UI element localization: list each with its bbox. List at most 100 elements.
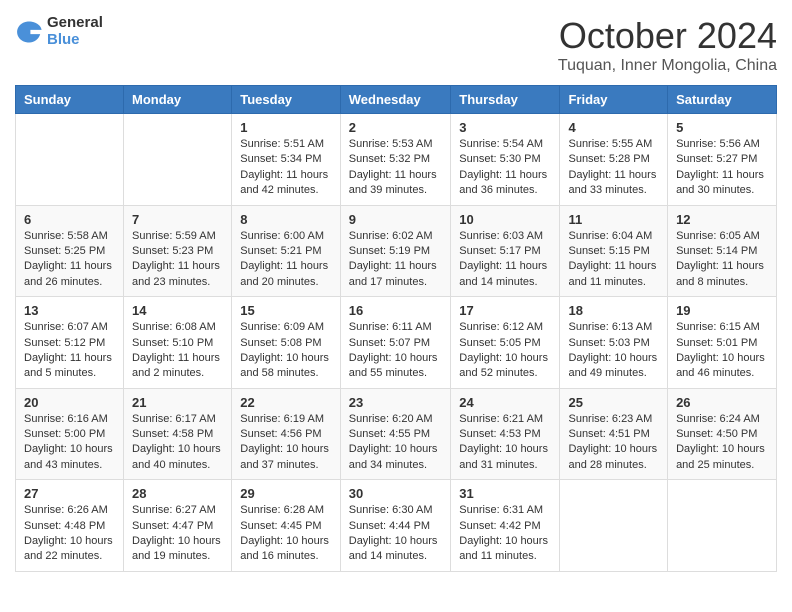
sunrise-text: Sunrise: 6:26 AM [24, 503, 115, 518]
calendar-cell [16, 114, 124, 206]
day-info: Sunrise: 5:59 AM Sunset: 5:23 PM Dayligh… [132, 229, 223, 291]
sunset-text: Sunset: 5:12 PM [24, 336, 115, 351]
sunset-text: Sunset: 5:32 PM [349, 152, 443, 167]
calendar-cell: 17 Sunrise: 6:12 AM Sunset: 5:05 PM Dayl… [451, 297, 560, 389]
day-number: 13 [24, 303, 115, 318]
sunrise-text: Sunrise: 6:03 AM [459, 229, 551, 244]
sunset-text: Sunset: 4:42 PM [459, 519, 551, 534]
sunset-text: Sunset: 4:44 PM [349, 519, 443, 534]
calendar-cell: 15 Sunrise: 6:09 AM Sunset: 5:08 PM Dayl… [232, 297, 341, 389]
day-number: 7 [132, 212, 223, 227]
day-number: 18 [568, 303, 659, 318]
day-info: Sunrise: 6:03 AM Sunset: 5:17 PM Dayligh… [459, 229, 551, 291]
calendar-cell: 18 Sunrise: 6:13 AM Sunset: 5:03 PM Dayl… [560, 297, 668, 389]
sunrise-text: Sunrise: 5:51 AM [240, 137, 332, 152]
daylight-text: Daylight: 11 hours and 26 minutes. [24, 259, 115, 290]
daylight-text: Daylight: 10 hours and 52 minutes. [459, 351, 551, 382]
day-number: 26 [676, 395, 768, 410]
calendar-cell: 27 Sunrise: 6:26 AM Sunset: 4:48 PM Dayl… [16, 480, 124, 572]
calendar-cell [668, 480, 777, 572]
sunrise-text: Sunrise: 5:53 AM [349, 137, 443, 152]
day-info: Sunrise: 6:21 AM Sunset: 4:53 PM Dayligh… [459, 412, 551, 474]
daylight-text: Daylight: 10 hours and 19 minutes. [132, 534, 223, 565]
sunrise-text: Sunrise: 6:24 AM [676, 412, 768, 427]
calendar-cell: 23 Sunrise: 6:20 AM Sunset: 4:55 PM Dayl… [340, 388, 451, 480]
day-info: Sunrise: 5:55 AM Sunset: 5:28 PM Dayligh… [568, 137, 659, 199]
daylight-text: Daylight: 11 hours and 5 minutes. [24, 351, 115, 382]
day-number: 14 [132, 303, 223, 318]
daylight-text: Daylight: 11 hours and 20 minutes. [240, 259, 332, 290]
calendar-cell: 1 Sunrise: 5:51 AM Sunset: 5:34 PM Dayli… [232, 114, 341, 206]
sunset-text: Sunset: 4:50 PM [676, 427, 768, 442]
sunset-text: Sunset: 4:45 PM [240, 519, 332, 534]
day-number: 16 [349, 303, 443, 318]
weekday-header: Friday [560, 86, 668, 114]
day-number: 19 [676, 303, 768, 318]
calendar-week-row: 20 Sunrise: 6:16 AM Sunset: 5:00 PM Dayl… [16, 388, 777, 480]
sunset-text: Sunset: 5:17 PM [459, 244, 551, 259]
page-header: General Blue October 2024 Tuquan, Inner … [15, 15, 777, 75]
sunset-text: Sunset: 4:51 PM [568, 427, 659, 442]
sunset-text: Sunset: 4:55 PM [349, 427, 443, 442]
sunrise-text: Sunrise: 6:19 AM [240, 412, 332, 427]
day-number: 2 [349, 120, 443, 135]
day-info: Sunrise: 6:04 AM Sunset: 5:15 PM Dayligh… [568, 229, 659, 291]
day-info: Sunrise: 6:11 AM Sunset: 5:07 PM Dayligh… [349, 320, 443, 382]
logo: General Blue [15, 15, 103, 48]
day-info: Sunrise: 6:27 AM Sunset: 4:47 PM Dayligh… [132, 503, 223, 565]
day-number: 11 [568, 212, 659, 227]
calendar-cell: 7 Sunrise: 5:59 AM Sunset: 5:23 PM Dayli… [124, 205, 232, 297]
sunrise-text: Sunrise: 6:30 AM [349, 503, 443, 518]
daylight-text: Daylight: 11 hours and 42 minutes. [240, 168, 332, 199]
calendar-cell: 5 Sunrise: 5:56 AM Sunset: 5:27 PM Dayli… [668, 114, 777, 206]
calendar-cell: 2 Sunrise: 5:53 AM Sunset: 5:32 PM Dayli… [340, 114, 451, 206]
calendar-week-row: 13 Sunrise: 6:07 AM Sunset: 5:12 PM Dayl… [16, 297, 777, 389]
calendar-cell: 21 Sunrise: 6:17 AM Sunset: 4:58 PM Dayl… [124, 388, 232, 480]
sunrise-text: Sunrise: 5:55 AM [568, 137, 659, 152]
day-number: 25 [568, 395, 659, 410]
daylight-text: Daylight: 11 hours and 8 minutes. [676, 259, 768, 290]
calendar-cell [124, 114, 232, 206]
calendar-cell: 22 Sunrise: 6:19 AM Sunset: 4:56 PM Dayl… [232, 388, 341, 480]
calendar-table: SundayMondayTuesdayWednesdayThursdayFrid… [15, 85, 777, 572]
daylight-text: Daylight: 10 hours and 31 minutes. [459, 442, 551, 473]
sunset-text: Sunset: 4:56 PM [240, 427, 332, 442]
day-number: 21 [132, 395, 223, 410]
daylight-text: Daylight: 10 hours and 28 minutes. [568, 442, 659, 473]
day-info: Sunrise: 6:28 AM Sunset: 4:45 PM Dayligh… [240, 503, 332, 565]
calendar-week-row: 6 Sunrise: 5:58 AM Sunset: 5:25 PM Dayli… [16, 205, 777, 297]
day-number: 20 [24, 395, 115, 410]
day-info: Sunrise: 5:56 AM Sunset: 5:27 PM Dayligh… [676, 137, 768, 199]
sunset-text: Sunset: 4:48 PM [24, 519, 115, 534]
sunset-text: Sunset: 5:08 PM [240, 336, 332, 351]
day-number: 15 [240, 303, 332, 318]
calendar-week-row: 1 Sunrise: 5:51 AM Sunset: 5:34 PM Dayli… [16, 114, 777, 206]
sunrise-text: Sunrise: 6:27 AM [132, 503, 223, 518]
daylight-text: Daylight: 11 hours and 39 minutes. [349, 168, 443, 199]
day-info: Sunrise: 6:02 AM Sunset: 5:19 PM Dayligh… [349, 229, 443, 291]
sunset-text: Sunset: 5:30 PM [459, 152, 551, 167]
weekday-header: Tuesday [232, 86, 341, 114]
sunrise-text: Sunrise: 6:13 AM [568, 320, 659, 335]
sunrise-text: Sunrise: 6:28 AM [240, 503, 332, 518]
sunset-text: Sunset: 5:23 PM [132, 244, 223, 259]
sunset-text: Sunset: 4:47 PM [132, 519, 223, 534]
day-info: Sunrise: 5:54 AM Sunset: 5:30 PM Dayligh… [459, 137, 551, 199]
calendar-cell: 6 Sunrise: 5:58 AM Sunset: 5:25 PM Dayli… [16, 205, 124, 297]
day-info: Sunrise: 6:30 AM Sunset: 4:44 PM Dayligh… [349, 503, 443, 565]
day-number: 9 [349, 212, 443, 227]
daylight-text: Daylight: 10 hours and 40 minutes. [132, 442, 223, 473]
daylight-text: Daylight: 11 hours and 14 minutes. [459, 259, 551, 290]
day-info: Sunrise: 6:07 AM Sunset: 5:12 PM Dayligh… [24, 320, 115, 382]
location-title: Tuquan, Inner Mongolia, China [558, 57, 777, 75]
day-info: Sunrise: 6:15 AM Sunset: 5:01 PM Dayligh… [676, 320, 768, 382]
logo-icon [15, 18, 43, 46]
sunrise-text: Sunrise: 6:11 AM [349, 320, 443, 335]
day-number: 29 [240, 486, 332, 501]
day-info: Sunrise: 6:05 AM Sunset: 5:14 PM Dayligh… [676, 229, 768, 291]
day-info: Sunrise: 6:08 AM Sunset: 5:10 PM Dayligh… [132, 320, 223, 382]
day-info: Sunrise: 6:12 AM Sunset: 5:05 PM Dayligh… [459, 320, 551, 382]
sunset-text: Sunset: 4:58 PM [132, 427, 223, 442]
daylight-text: Daylight: 10 hours and 16 minutes. [240, 534, 332, 565]
day-number: 6 [24, 212, 115, 227]
